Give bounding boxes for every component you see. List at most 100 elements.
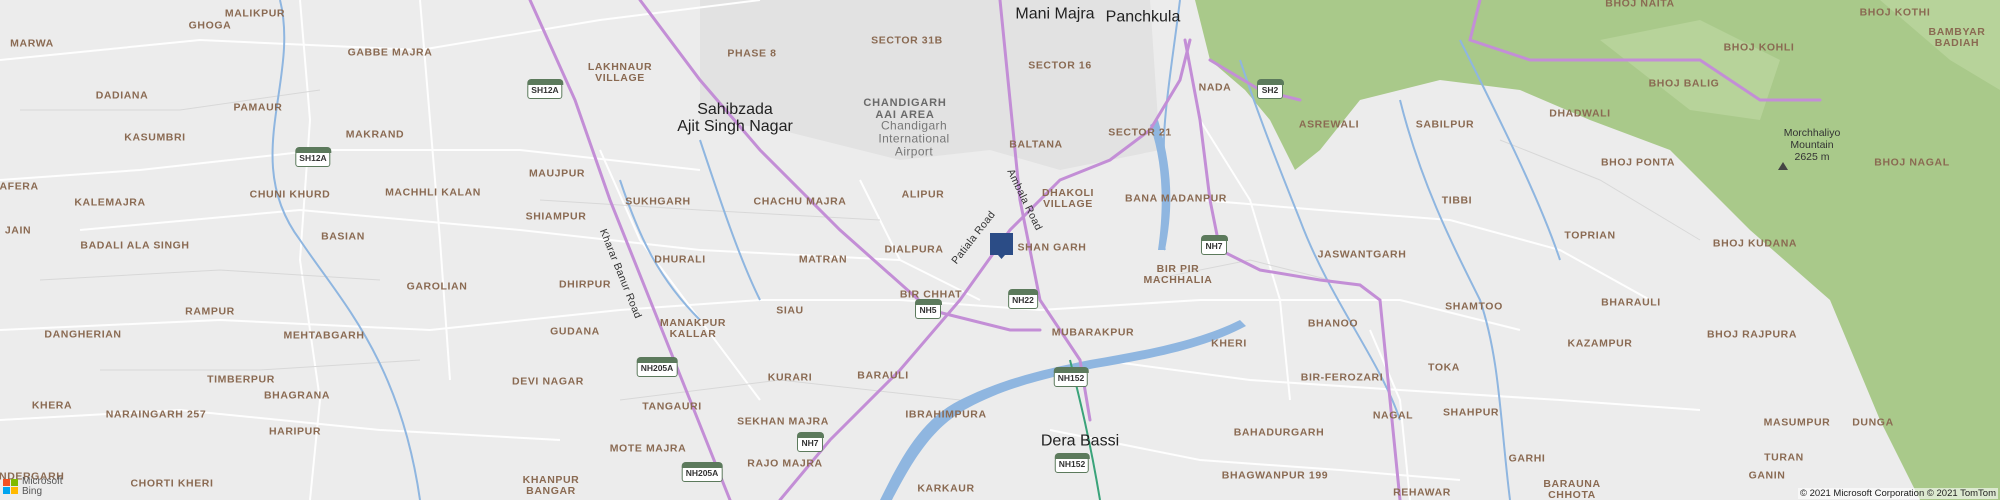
place-label: DHURALI: [654, 253, 706, 266]
city-label: Dera Bassi: [1040, 432, 1120, 450]
place-label: BHOJ BALIG: [1648, 77, 1720, 90]
place-line: BANGAR: [526, 485, 576, 497]
place-label: KASUMBRI: [124, 131, 186, 144]
place-label: KARKAUR: [917, 482, 975, 495]
place-label: BARAULI: [857, 369, 909, 382]
place-label: MATRAN: [798, 253, 848, 266]
place-label: KHERA: [31, 399, 73, 412]
airport-line: Chandigarh: [880, 118, 948, 133]
place-label: SECTOR 31B: [871, 34, 943, 47]
map-canvas[interactable]: Mani Majra Panchkula Sahibzada Ajit Sing…: [0, 0, 2000, 500]
place-label: TIBBI: [1441, 194, 1473, 207]
city-name-line-1: Sahibzada: [697, 101, 773, 118]
logo-square: [11, 479, 18, 486]
place-label: BHAGRANA: [263, 389, 331, 402]
place-label: SHAHPUR: [1442, 406, 1500, 419]
place-label: DHADWALI: [1549, 107, 1611, 120]
place-label: DUNGA: [1852, 416, 1894, 429]
place-label: KAZAMPUR: [1567, 337, 1633, 350]
highway-shield: NH5: [914, 299, 942, 319]
place-label: BHOJ KOTHI: [1859, 6, 1931, 19]
place-label: BHOJ KOHLI: [1723, 41, 1795, 54]
place-label: MOTE MAJRA: [609, 442, 687, 455]
place-label: GHOGA: [188, 19, 232, 32]
place-label: DHAKOLI VILLAGE: [1042, 188, 1094, 210]
place-label: BADALI ALA SINGH: [80, 239, 190, 252]
place-label: BHAGWANPUR 199: [1221, 469, 1329, 482]
place-label: BHOJ KUDANA: [1712, 237, 1798, 250]
place-label: DHIRPUR: [558, 278, 612, 291]
place-line: VILLAGE: [595, 72, 645, 84]
logo-square: [3, 487, 10, 494]
place-label: MEHTABGARH: [283, 329, 365, 342]
place-label: NAGAL: [1372, 409, 1414, 422]
place-line: BADIAH: [1934, 37, 1980, 49]
place-label: GABBE MAJRA: [347, 46, 433, 59]
place-label: MASUMPUR: [1763, 416, 1831, 429]
place-label: BHOJ PONTA: [1600, 156, 1676, 169]
place-line: VILLAGE: [1043, 198, 1093, 210]
place-label: IBRAHIMPURA: [905, 408, 987, 421]
place-label: NARAINGARH 257: [105, 408, 207, 421]
place-label: KHANPUR BANGAR: [523, 475, 580, 497]
airport-line: Airport: [894, 144, 934, 159]
place-label: GAROLIAN: [406, 280, 468, 293]
place-label: MANAKPUR KALLAR: [660, 318, 726, 340]
place-label: DIALPURA: [884, 243, 944, 256]
highway-shield: SH12A: [526, 79, 564, 99]
place-label: TOKA: [1428, 361, 1460, 374]
place-label: KHERI: [1211, 337, 1247, 350]
place-line: KALLAR: [669, 328, 717, 340]
place-label: DAFERA: [0, 180, 39, 193]
location-pin-icon[interactable]: [990, 233, 1013, 259]
place-label: SIAU: [776, 304, 804, 317]
airport-label: Chandigarh International Airport: [878, 118, 949, 159]
city-label: Mani Majra: [1015, 5, 1095, 23]
place-label: DEVI NAGAR: [512, 375, 584, 388]
highway-shield: SH2: [1256, 79, 1284, 99]
place-label: BIR-FEROZARI: [1300, 371, 1384, 384]
place-label: GARHI: [1508, 452, 1546, 465]
place-label: BHARAULI: [1601, 296, 1661, 309]
place-label: JASWANTGARH: [1317, 248, 1407, 261]
place-label: TIMBERPUR: [207, 373, 275, 386]
place-label: MUBARAKPUR: [1051, 326, 1135, 339]
place-label: BARAUNA CHHOTA: [1543, 479, 1600, 500]
place-label: GANIN: [1748, 469, 1786, 482]
highway-shield: NH22: [1007, 289, 1039, 309]
highway-shield: NH7: [1200, 235, 1228, 255]
mountain-line: Mountain: [1790, 139, 1834, 151]
mountain-line: 2625 m: [1794, 151, 1830, 163]
mountain-line: Morchhaliyo: [1783, 127, 1841, 139]
place-label: NADA: [1198, 81, 1232, 94]
place-label: RAJO MAJRA: [747, 457, 823, 470]
city-name-line-2: Ajit Singh Nagar: [677, 118, 793, 135]
area-label: CHANDIGARH AAI AREA: [863, 97, 946, 121]
place-label: HARIPUR: [268, 425, 322, 438]
place-label: MALIKPUR: [224, 7, 286, 20]
place-label: JAIN: [4, 224, 32, 237]
place-label: TANGAURI: [642, 400, 702, 413]
place-label: CHUNI KHURD: [249, 188, 331, 201]
place-label: BHANOO: [1307, 317, 1359, 330]
logo-square: [3, 479, 10, 486]
highway-shield: NH152: [1053, 367, 1090, 387]
place-label: SHIAMPUR: [525, 210, 587, 223]
place-label: BHOJ NAITA: [1605, 0, 1675, 10]
place-label: SABILPUR: [1415, 118, 1475, 131]
place-label: TURAN: [1764, 451, 1804, 464]
place-label: BASIAN: [321, 230, 365, 243]
copyright-text: © 2021 Microsoft Corporation © 2021 TomT…: [1798, 488, 1998, 499]
place-label: KALEMAJRA: [74, 196, 146, 209]
mountain-label: Morchhaliyo Mountain 2625 m: [1784, 127, 1841, 163]
highway-shield: NH205A: [636, 357, 678, 377]
place-label: ALIPUR: [901, 188, 945, 201]
place-label: SECTOR 21: [1108, 126, 1172, 139]
place-label: BHOJ NAGAL: [1874, 156, 1950, 169]
place-label: BAMBYAR BADIAH: [1929, 27, 1986, 49]
place-label: KURARI: [767, 371, 813, 384]
brand-line-2: Bing: [22, 486, 43, 497]
bing-logo[interactable]: Microsoft Bing: [3, 477, 63, 497]
place-label: PAMAUR: [233, 101, 283, 114]
highway-shield: SH12A: [294, 147, 332, 167]
